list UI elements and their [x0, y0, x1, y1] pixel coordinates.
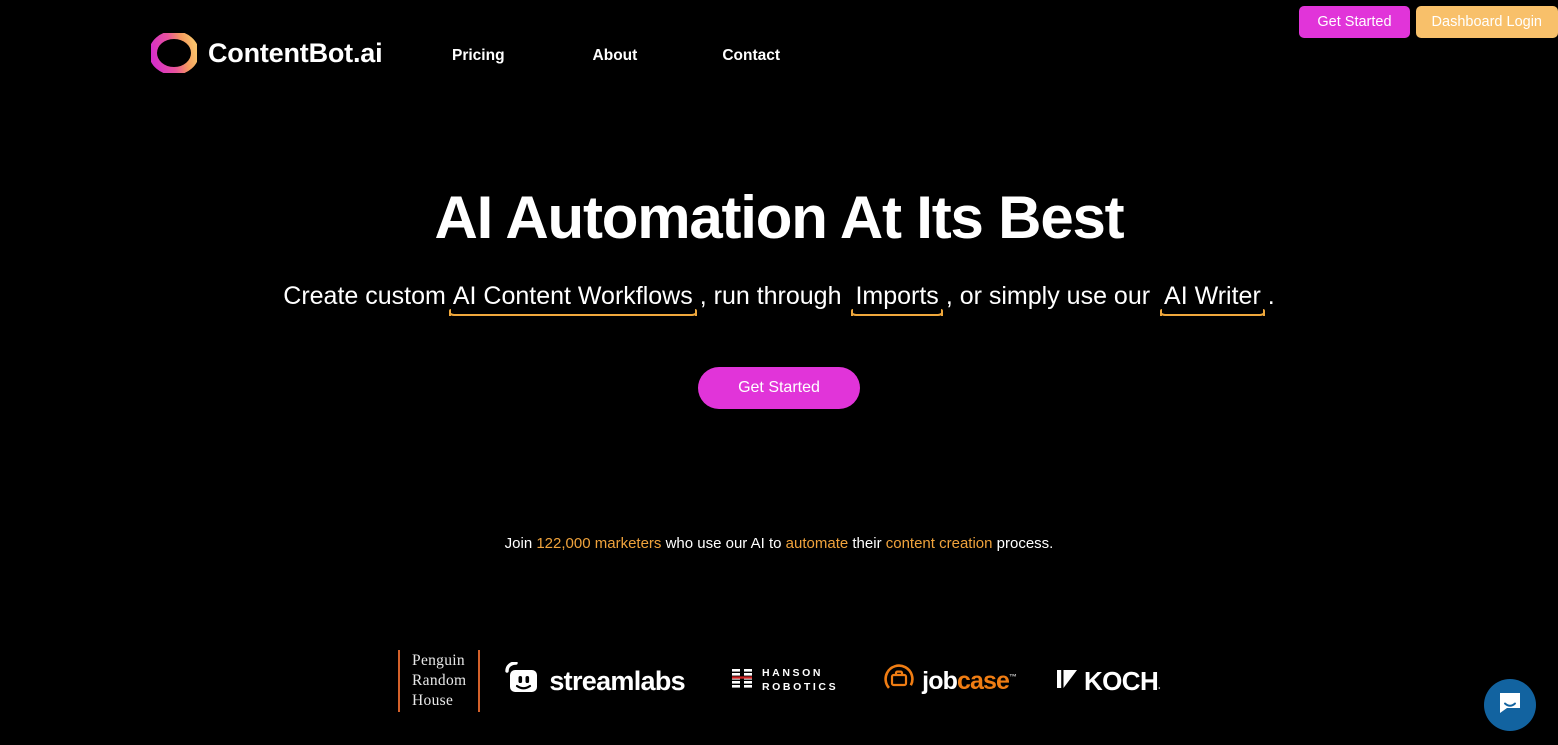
- penguin-line-3: House: [412, 691, 454, 709]
- hanson-mark-icon: [731, 668, 754, 694]
- logo-penguin-random-house: Penguin Random House: [398, 650, 481, 712]
- jobcase-briefcase-icon: [883, 663, 915, 700]
- jobcase-wordmark: jobcase™: [922, 667, 1017, 696]
- social-proof-automate: automate: [785, 535, 849, 552]
- gradient-ring-icon: [151, 33, 197, 73]
- subtitle-text-4: .: [1267, 282, 1275, 310]
- streamlabs-icon: [502, 660, 540, 701]
- page-title: AI Automation At Its Best: [434, 184, 1125, 251]
- koch-wordmark: KOCH⸳: [1083, 665, 1161, 697]
- nav-item-about[interactable]: About: [593, 47, 638, 65]
- hanson-line-2: ROBOTICS: [761, 681, 839, 693]
- social-proof-part-2: who use our AI to: [661, 535, 786, 552]
- social-proof-text: Join 122,000 marketers who use our AI to…: [0, 535, 1558, 552]
- koch-trademark: ⸳: [1158, 681, 1160, 692]
- social-proof-part-1: Join: [504, 535, 537, 552]
- nav-item-contact[interactable]: Contact: [722, 47, 780, 65]
- logo-jobcase: jobcase™: [883, 663, 1017, 700]
- link-ai-writer[interactable]: AI Writer: [1158, 281, 1267, 316]
- jobcase-part-1: job: [922, 666, 958, 695]
- landing-page: ContentBot.ai Pricing About Contact Get …: [0, 0, 1558, 745]
- hero-cta-wrapper: Get Started: [0, 367, 1558, 409]
- penguin-line-1: Penguin: [412, 652, 465, 670]
- subtitle-text-2: , run through: [699, 282, 842, 310]
- streamlabs-wordmark: streamlabs: [549, 665, 685, 696]
- link-ai-content-workflows[interactable]: AI Content Workflows: [446, 281, 699, 316]
- koch-mark-icon: [1056, 668, 1079, 695]
- logo-streamlabs: streamlabs: [502, 660, 686, 701]
- subtitle-text-3: , or simply use our: [945, 282, 1151, 310]
- hero-get-started-button[interactable]: Get Started: [698, 367, 860, 409]
- dashboard-login-button[interactable]: Dashboard Login: [1415, 6, 1558, 38]
- social-proof-content-creation: content creation: [885, 535, 993, 552]
- link-imports[interactable]: Imports: [849, 281, 945, 316]
- hero-subtitle: Create custom AI Content Workflows, run t…: [0, 281, 1558, 316]
- jobcase-part-2: case: [956, 666, 1010, 695]
- main-nav: Pricing About Contact: [452, 47, 780, 65]
- hanson-line-1: HANSON: [761, 667, 824, 680]
- nav-item-pricing[interactable]: Pricing: [452, 47, 505, 65]
- client-logo-bar: Penguin Random House streamlabs HANSON R…: [0, 650, 1558, 712]
- chat-launcher-button[interactable]: [1484, 679, 1536, 731]
- social-proof-marketers: 122,000 marketers: [536, 535, 662, 552]
- logo-hanson-robotics: HANSON ROBOTICS: [731, 667, 839, 694]
- social-proof-part-3: their: [848, 535, 886, 552]
- jobcase-trademark: ™: [1008, 672, 1017, 682]
- subtitle-text-1: Create custom: [283, 282, 446, 310]
- header-get-started-button[interactable]: Get Started: [1299, 6, 1410, 38]
- chat-bubble-icon: [1497, 690, 1523, 721]
- brand-logo[interactable]: ContentBot.ai: [151, 33, 383, 73]
- site-header: ContentBot.ai Pricing About Contact Get …: [0, 0, 1558, 92]
- penguin-line-2: Random: [412, 672, 467, 690]
- penguin-accent-bar-right: [478, 650, 481, 712]
- koch-label: KOCH: [1083, 665, 1159, 696]
- penguin-accent-bar-left: [398, 650, 401, 712]
- social-proof-part-4: process.: [992, 535, 1054, 552]
- header-actions: Get Started Dashboard Login: [1299, 6, 1558, 38]
- brand-name: ContentBot.ai: [208, 37, 383, 68]
- logo-koch: KOCH⸳: [1056, 665, 1161, 697]
